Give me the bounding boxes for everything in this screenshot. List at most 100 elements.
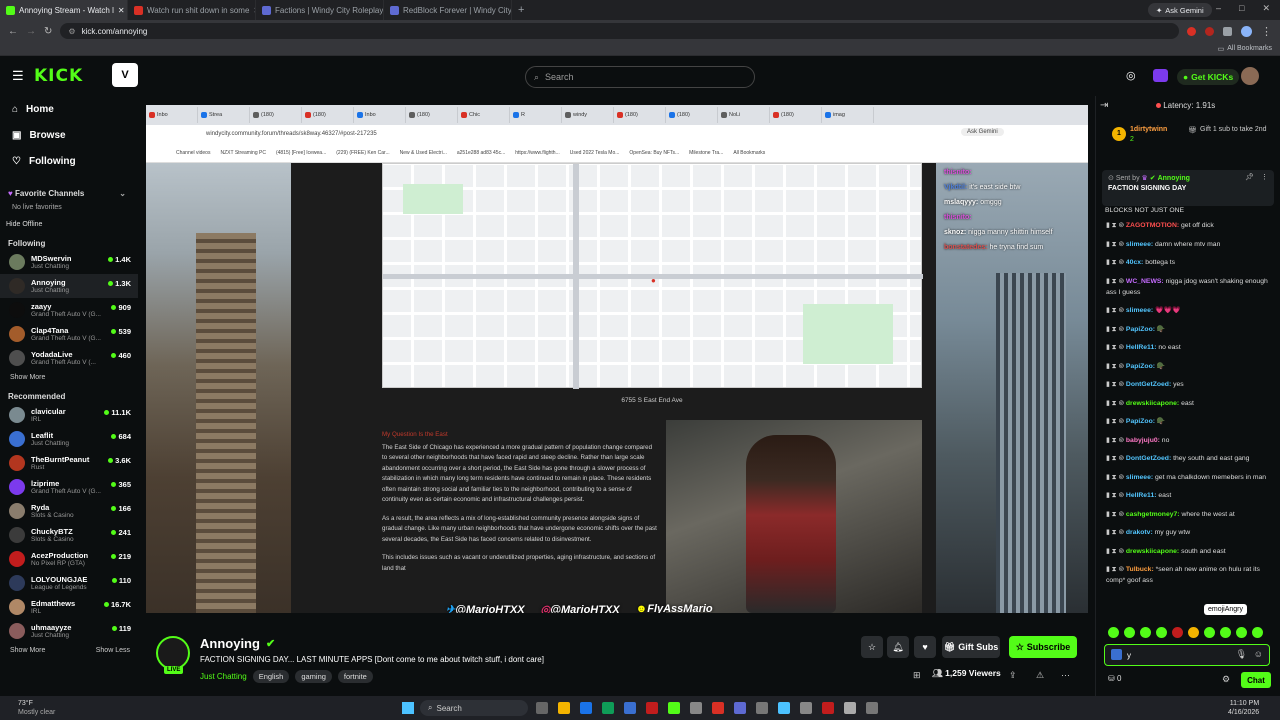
kick-tv-icon[interactable] — [1153, 69, 1168, 82]
emote-icon[interactable] — [1220, 627, 1231, 638]
report-icon[interactable]: ⚠ — [1036, 670, 1044, 681]
subscribe-button[interactable]: ☆ Subscribe — [1009, 636, 1077, 658]
favorite-channels-header[interactable]: ♥ Favorite Channels ⌄ — [0, 186, 138, 200]
chat-username[interactable]: Tulbuck: — [1126, 566, 1154, 573]
mod-pin-icon[interactable]: ▮ — [1106, 548, 1110, 555]
channel-item[interactable]: AcezProduction No Pixel RP (GTA) 219 — [0, 547, 138, 571]
weather-widget[interactable]: 73°F Mostly clear — [18, 699, 55, 717]
taskbar-app-icon[interactable] — [558, 702, 570, 714]
emoji-icon[interactable]: ☺ — [1254, 649, 1263, 659]
chevron-down-icon[interactable]: ⌄ — [119, 189, 126, 198]
user-avatar[interactable] — [1241, 67, 1259, 85]
get-kicks-button[interactable]: ● Get KICKs — [1177, 69, 1240, 85]
mod-pin-icon[interactable]: ▮ — [1106, 381, 1110, 388]
timeout-icon[interactable]: ⧗ — [1112, 548, 1117, 555]
channel-item[interactable]: Ryda Slots & Casino 166 — [0, 499, 138, 523]
timeout-icon[interactable]: ⧗ — [1112, 259, 1117, 266]
timeout-icon[interactable]: ⧗ — [1112, 278, 1117, 285]
mod-pin-icon[interactable]: ▮ — [1106, 455, 1110, 462]
reload-icon[interactable]: ↻ — [44, 26, 52, 37]
chat-message[interactable]: ▮ ⧗ ⊚ slimeee: 💗💗💗 — [1096, 305, 1280, 316]
channel-item[interactable]: MDSwervin Just Chatting 1.4K — [0, 250, 138, 274]
channel-item[interactable]: Leaflit Just Chatting 684 — [0, 427, 138, 451]
mod-pin-icon[interactable]: ▮ — [1106, 344, 1110, 351]
hamburger-menu-icon[interactable]: ☰ — [12, 68, 24, 84]
mod-pin-icon[interactable]: ▮ — [1106, 400, 1110, 407]
taskbar-app-icon[interactable] — [646, 702, 658, 714]
chat-username[interactable]: DontGetZoed: — [1126, 381, 1171, 388]
browser-tab[interactable]: Watch run shit down in some✕ — [128, 0, 256, 20]
chat-username[interactable]: slimeee: — [1126, 474, 1153, 481]
emote-icon[interactable] — [1236, 627, 1247, 638]
hide-offline-toggle[interactable]: Hide Offline — [0, 221, 138, 228]
nav-following[interactable]: ♡ Following — [0, 148, 138, 174]
timeout-icon[interactable]: ⧗ — [1112, 344, 1117, 351]
emote-icon[interactable] — [1156, 627, 1167, 638]
chat-message[interactable]: ▮ ⧗ ⊚ PapiZoo: 🪖 — [1096, 416, 1280, 427]
mod-pin-icon[interactable]: ▮ — [1106, 511, 1110, 518]
chat-send-button[interactable]: Chat — [1241, 672, 1271, 688]
back-icon[interactable]: ← — [8, 26, 18, 37]
chat-username[interactable]: babyjuju0: — [1126, 437, 1160, 444]
timeout-icon[interactable]: ⧗ — [1112, 437, 1117, 444]
points-display[interactable]: ⛁ 0 — [1108, 674, 1121, 683]
channel-item[interactable]: lziprime Grand Theft Auto V (G... 365 — [0, 475, 138, 499]
pinned-menu-icon[interactable]: ⋮ — [1261, 173, 1268, 181]
mod-pin-icon[interactable]: ▮ — [1106, 307, 1110, 314]
chat-username[interactable]: DontGetZoed: — [1126, 455, 1171, 462]
browser-tab[interactable]: Annoying Stream - Watch l ✕ — [0, 0, 128, 20]
channel-item[interactable]: ChuckyBTZ Slots & Casino 241 — [0, 523, 138, 547]
taskbar-app-icon[interactable] — [778, 702, 790, 714]
browser-tab[interactable]: Factions | Windy City Roleplay✕ — [256, 0, 384, 20]
taskbar-app-icon[interactable] — [734, 702, 746, 714]
layout-icon[interactable]: ⊞ — [913, 670, 921, 681]
chat-username[interactable]: slimeee: — [1126, 307, 1153, 314]
profile-avatar-icon[interactable] — [1241, 25, 1252, 37]
extension-red-icon[interactable] — [1187, 26, 1196, 36]
mod-pin-icon[interactable]: ▮ — [1106, 418, 1110, 425]
pin-toggle-icon[interactable]: 📌︎ — [1245, 173, 1254, 181]
timeout-icon[interactable]: ⧗ — [1112, 222, 1117, 229]
mod-pin-icon[interactable]: ▮ — [1106, 492, 1110, 499]
taskbar-app-icon[interactable] — [602, 702, 614, 714]
timeout-icon[interactable]: ⧗ — [1112, 400, 1117, 407]
close-tab-icon[interactable]: ✕ — [118, 6, 125, 15]
extension-puzzle-icon[interactable] — [1223, 26, 1232, 36]
chat-message[interactable]: ▮ ⧗ ⊚ babyjuju0: no — [1096, 435, 1280, 446]
close-window-icon[interactable]: ✕ — [1262, 3, 1270, 14]
forward-icon[interactable]: → — [26, 26, 36, 37]
chat-username[interactable]: cashgetmoney7: — [1126, 511, 1180, 518]
mod-pin-icon[interactable]: ▮ — [1106, 474, 1110, 481]
chat-message[interactable]: ▮ ⧗ ⊚ cashgetmoney7: where the west at — [1096, 509, 1280, 520]
timeout-icon[interactable]: ⧗ — [1112, 455, 1117, 462]
chat-username[interactable]: PapiZoo: — [1126, 363, 1155, 370]
emote-icon[interactable] — [1172, 627, 1183, 638]
chat-message[interactable]: ▮ ⧗ ⊚ HellRe11: east — [1096, 490, 1280, 501]
url-field[interactable]: ⚙ kick.com/annoying — [60, 23, 1179, 39]
channel-item[interactable]: clavicular IRL 11.1K — [0, 403, 138, 427]
minimize-icon[interactable]: – — [1216, 3, 1221, 14]
all-bookmarks-link[interactable]: All Bookmarks — [1227, 45, 1272, 52]
channel-item[interactable]: uhmaayyze Just Chatting 119 — [0, 619, 138, 643]
chat-message[interactable]: ▮ ⧗ ⊚ DontGetZoed: they south and east g… — [1096, 453, 1280, 464]
windows-start-icon[interactable] — [402, 702, 414, 714]
search-input[interactable]: ⌕ Search — [525, 66, 755, 88]
emote-icon[interactable] — [1204, 627, 1215, 638]
channel-item[interactable]: LOLYOUNGJAE League of Legends 110 — [0, 571, 138, 595]
show-more-button[interactable]: Show More — [0, 374, 138, 381]
show-more-recommended-button[interactable]: Show More — [10, 647, 45, 654]
star-button[interactable]: ☆ — [861, 636, 883, 658]
chat-settings-icon[interactable]: ⚙ — [1222, 674, 1230, 685]
chat-message[interactable]: ▮ ⧗ ⊚ DontGetZoed: yes — [1096, 379, 1280, 390]
chat-username[interactable]: HellRe11: — [1126, 344, 1157, 351]
chat-message[interactable]: ▮ ⧗ ⊚ Tulbuck: *seen ah new anime on hul… — [1096, 564, 1280, 586]
chat-message[interactable]: ▮ ⧗ ⊚ ZAGOTMOTION: get off dick — [1096, 220, 1280, 231]
mod-pin-icon[interactable]: ▮ — [1106, 529, 1110, 536]
category-link[interactable]: Just Chatting — [200, 672, 247, 681]
taskbar-app-icon[interactable] — [668, 702, 680, 714]
timeout-icon[interactable]: ⧗ — [1112, 307, 1117, 314]
mod-pin-icon[interactable]: ▮ — [1106, 566, 1110, 573]
more-options-icon[interactable]: ⋯ — [1061, 670, 1070, 681]
chat-message[interactable]: ▮ ⧗ ⊚ HellRe11: no east — [1096, 342, 1280, 353]
kick-app-icon[interactable]: V — [112, 63, 138, 87]
